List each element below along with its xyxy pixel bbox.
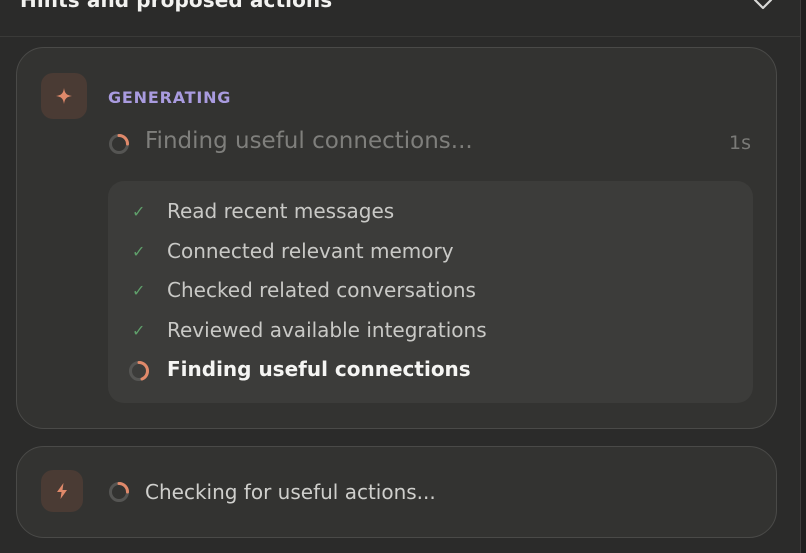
list-item: ✓ Read recent messages <box>108 199 753 227</box>
scrollbar[interactable] <box>800 0 806 553</box>
loading-spinner-icon <box>129 361 150 381</box>
step-label: Reviewed available integrations <box>167 318 487 342</box>
check-icon: ✓ <box>132 281 146 300</box>
panel-header[interactable]: Hints and proposed actions <box>0 0 800 37</box>
step-label: Connected relevant memory <box>167 239 454 263</box>
check-icon: ✓ <box>132 321 146 340</box>
list-item: ✓ Checked related conversations <box>108 278 753 306</box>
actions-current-task: Checking for useful actions... <box>145 480 436 504</box>
loading-spinner-icon <box>109 134 129 154</box>
check-icon: ✓ <box>132 202 146 221</box>
list-item: Finding useful connections <box>108 357 753 385</box>
sparkle-icon-box <box>41 73 87 119</box>
status-label: GENERATING <box>108 88 232 107</box>
step-label: Checked related conversations <box>167 278 476 302</box>
lightning-icon-box <box>41 470 83 512</box>
check-icon: ✓ <box>132 242 146 261</box>
sparkle-icon <box>56 88 72 104</box>
list-item: ✓ Connected relevant memory <box>108 239 753 267</box>
loading-spinner-icon <box>109 482 129 502</box>
elapsed-time: 1s <box>729 132 751 154</box>
panel-title: Hints and proposed actions <box>20 0 333 12</box>
actions-card: Checking for useful actions... <box>16 446 777 538</box>
list-item: ✓ Reviewed available integrations <box>108 318 753 346</box>
lightning-icon <box>57 483 67 499</box>
current-task: Finding useful connections... <box>145 128 473 154</box>
step-label: Read recent messages <box>167 199 395 223</box>
chevron-down-icon[interactable] <box>752 0 774 11</box>
connections-card: GENERATING Finding useful connections...… <box>16 47 777 429</box>
steps-list: ✓ Read recent messages ✓ Connected relev… <box>108 181 753 403</box>
step-label: Finding useful connections <box>167 357 471 381</box>
